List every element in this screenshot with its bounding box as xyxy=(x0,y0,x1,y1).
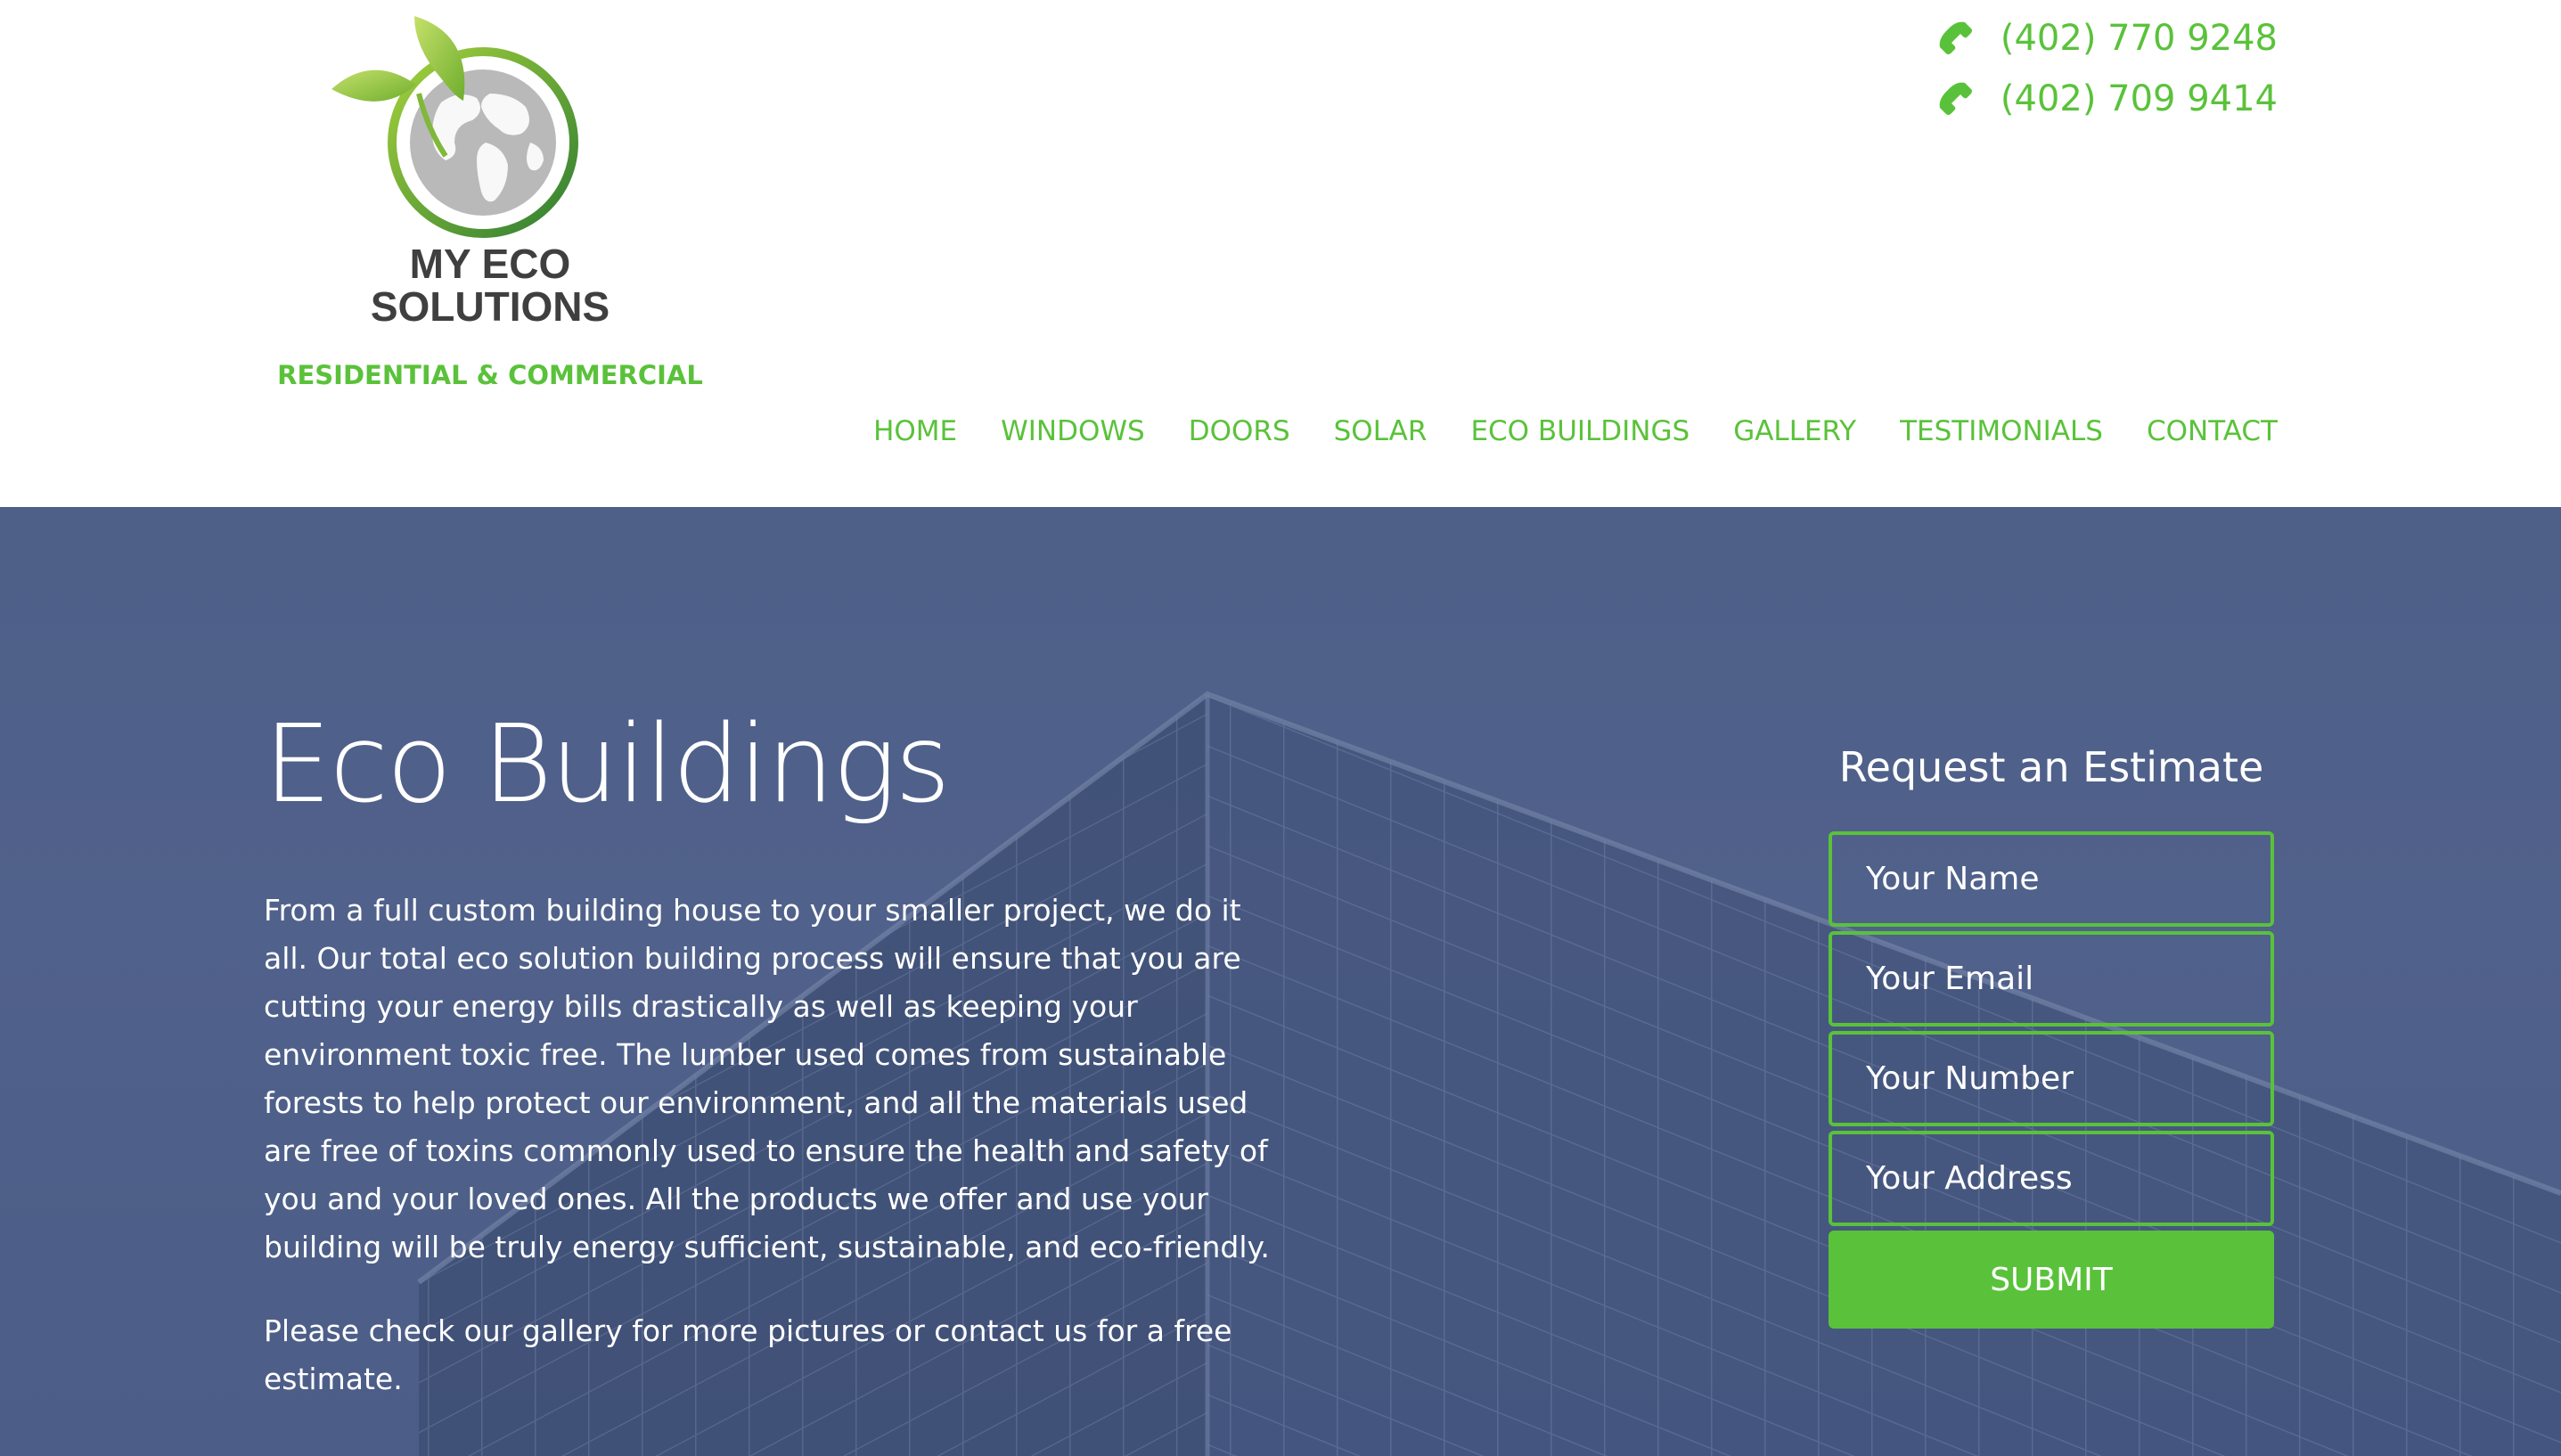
nav-item-doors[interactable]: DOORS xyxy=(1189,415,1290,447)
phone-row-1[interactable]: (402) 770 9248 xyxy=(1938,14,2278,62)
page: MY ECO SOLUTIONS RESIDENTIAL & COMMERCIA… xyxy=(0,0,2561,1456)
nav-item-windows[interactable]: WINDOWS xyxy=(1001,415,1145,447)
nav-item-solar[interactable]: SOLAR xyxy=(1334,415,1428,447)
estimate-form-title: Request an Estimate xyxy=(1838,743,2264,791)
logo-tagline: RESIDENTIAL & COMMERCIAL xyxy=(277,360,703,390)
name-input[interactable] xyxy=(1829,831,2274,927)
page-title: Eco Buildings xyxy=(264,703,951,827)
phone-row-2[interactable]: (402) 709 9414 xyxy=(1938,75,2278,123)
number-input[interactable] xyxy=(1829,1031,2274,1126)
site-logo[interactable]: MY ECO SOLUTIONS RESIDENTIAL & COMMERCIA… xyxy=(267,0,713,401)
phone-number-1[interactable]: (402) 770 9248 xyxy=(2001,14,2278,62)
logo-title: MY ECO SOLUTIONS xyxy=(267,242,713,328)
email-input[interactable] xyxy=(1829,931,2274,1027)
globe-with-leaves-icon xyxy=(331,16,578,238)
nav-item-testimonials[interactable]: TESTIMONIALS xyxy=(1900,415,2103,447)
main-nav: HOME WINDOWS DOORS SOLAR ECO BUILDINGS G… xyxy=(873,415,2278,447)
nav-item-contact[interactable]: CONTACT xyxy=(2147,415,2278,447)
hero-section: Eco Buildings From a full custom buildin… xyxy=(0,507,2561,1456)
submit-button[interactable]: SUBMIT xyxy=(1829,1231,2274,1329)
site-header: MY ECO SOLUTIONS RESIDENTIAL & COMMERCIA… xyxy=(0,0,2561,507)
logo-title-line-2: SOLUTIONS xyxy=(370,283,610,330)
hero-description: From a full custom building house to you… xyxy=(264,887,1271,1439)
nav-item-home[interactable]: HOME xyxy=(873,415,957,447)
nav-item-gallery[interactable]: GALLERY xyxy=(1733,415,1856,447)
phone-icon xyxy=(1939,21,1972,54)
nav-item-eco-buildings[interactable]: ECO BUILDINGS xyxy=(1470,415,1690,447)
phone-list: (402) 770 9248 (402) 709 9414 xyxy=(1938,14,2278,123)
logo-title-line-1: MY ECO xyxy=(409,241,571,287)
hero-paragraph-1: From a full custom building house to you… xyxy=(264,893,1270,1264)
hero-paragraph-2: Please check our gallery for more pictur… xyxy=(264,1313,1232,1396)
estimate-form: Request an Estimate SUBMIT xyxy=(1829,739,2274,1329)
phone-number-2[interactable]: (402) 709 9414 xyxy=(2001,75,2278,123)
phone-icon xyxy=(1939,82,1972,115)
address-input[interactable] xyxy=(1829,1131,2274,1226)
